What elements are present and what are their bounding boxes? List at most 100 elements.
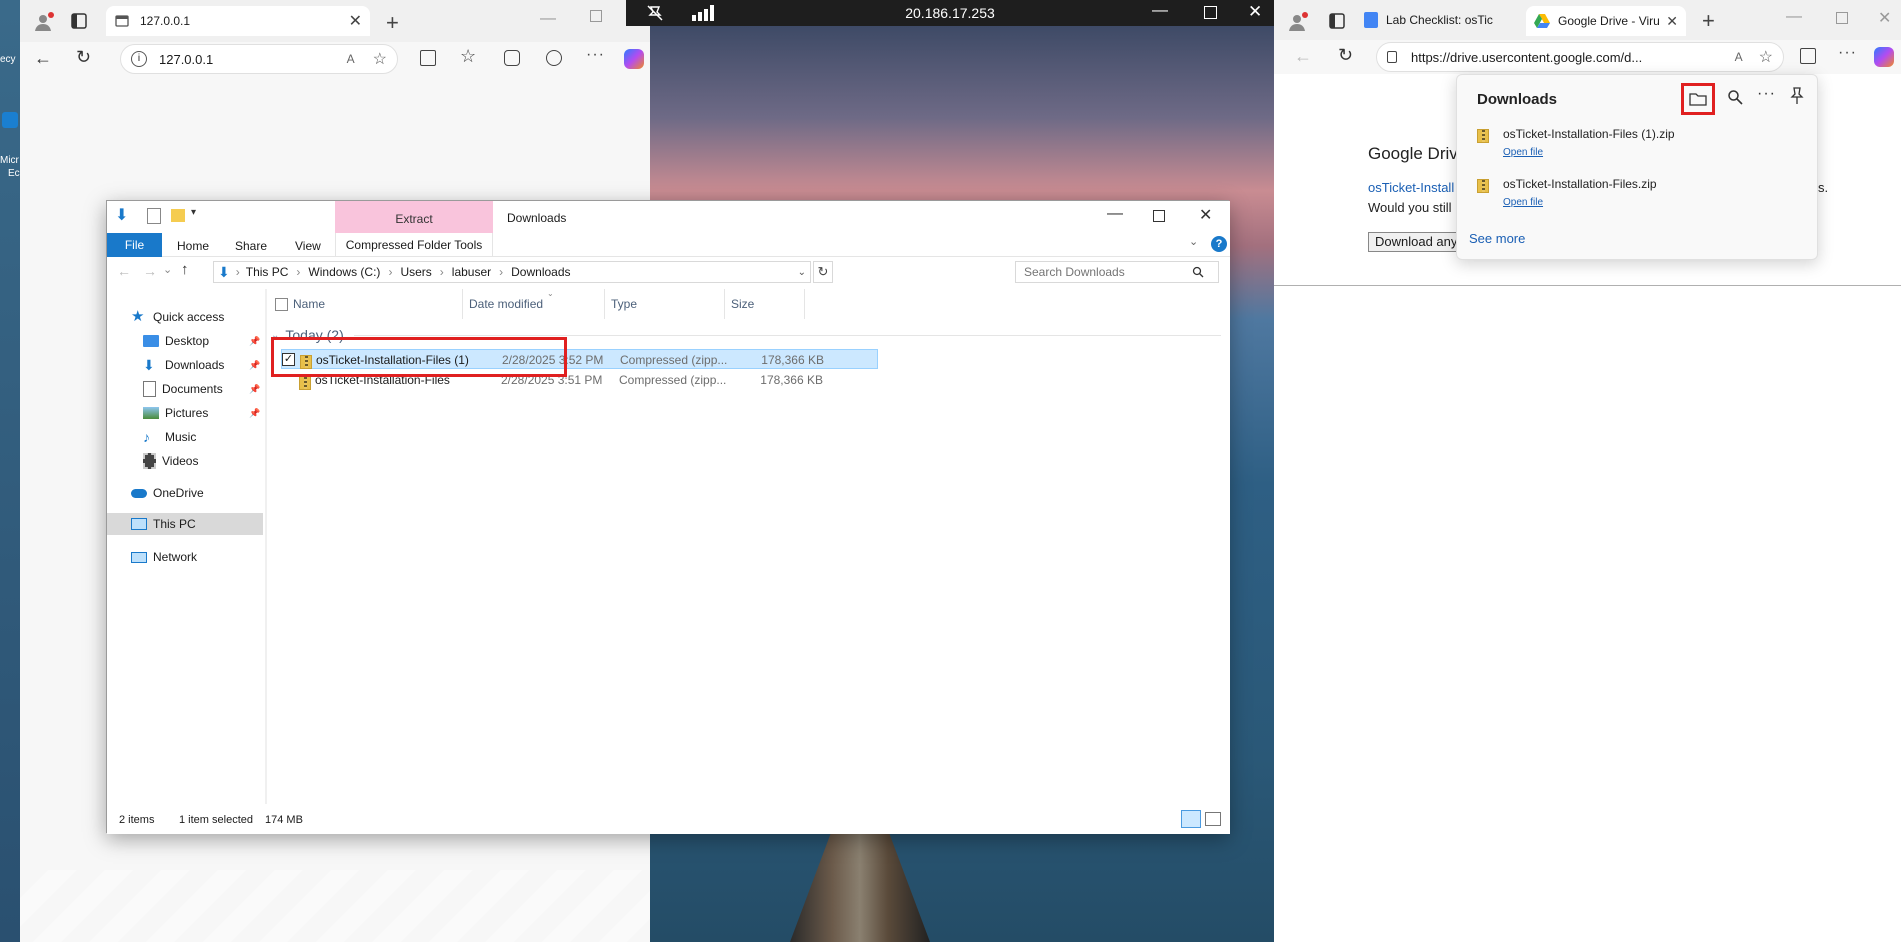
nav-pictures[interactable]: Pictures 📌: [143, 403, 263, 423]
edge-desktop-icon[interactable]: [2, 112, 18, 128]
back-icon[interactable]: ←: [1294, 46, 1312, 67]
close-tab-icon[interactable]: ✕: [349, 11, 362, 31]
forward-icon[interactable]: →: [143, 263, 157, 279]
up-icon[interactable]: ↑: [181, 261, 189, 278]
tab-lab-checklist[interactable]: Lab Checklist: osTic: [1364, 12, 1522, 28]
address-field[interactable]: i 127.0.0.1 A ☆: [120, 44, 398, 74]
breadcrumb-users[interactable]: Users: [400, 265, 431, 279]
minimize-icon[interactable]: —: [1786, 8, 1802, 26]
pin-icon[interactable]: 📌: [249, 336, 260, 346]
more-options-icon[interactable]: ···: [586, 46, 605, 64]
ribbon-tab-compressed-folder-tools[interactable]: Compressed Folder Tools: [335, 233, 493, 257]
rd-restore-icon[interactable]: [1204, 6, 1217, 19]
nav-onedrive[interactable]: OneDrive: [131, 483, 204, 503]
favorites-icon[interactable]: ☆: [460, 46, 476, 67]
browser-essentials-icon[interactable]: [546, 50, 562, 66]
column-type[interactable]: Type: [605, 289, 725, 319]
tab-actions-icon[interactable]: [1328, 12, 1346, 30]
nav-music[interactable]: ♪ Music: [143, 427, 196, 447]
file-link[interactable]: osTicket-Install: [1368, 180, 1454, 195]
nav-network[interactable]: Network: [131, 547, 197, 567]
nav-quick-access[interactable]: ★ Quick access: [131, 307, 224, 327]
read-aloud-icon[interactable]: A: [347, 52, 355, 66]
context-tab-extract[interactable]: Extract: [335, 201, 493, 233]
open-file-link[interactable]: Open file: [1503, 147, 1543, 158]
search-box[interactable]: [1015, 261, 1219, 283]
close-icon[interactable]: ✕: [1199, 205, 1212, 225]
refresh-icon[interactable]: ↻: [813, 261, 833, 283]
rd-close-icon[interactable]: ✕: [1248, 2, 1262, 22]
favorite-star-icon[interactable]: ☆: [373, 49, 387, 69]
info-icon[interactable]: i: [131, 51, 147, 67]
breadcrumb-labuser[interactable]: labuser: [452, 265, 491, 279]
ribbon-tab-file[interactable]: File: [107, 233, 162, 257]
recent-locations-icon[interactable]: ⌄: [163, 263, 172, 276]
pin-icon[interactable]: 📌: [249, 408, 260, 418]
split-screen-icon[interactable]: [1800, 48, 1816, 64]
column-name[interactable]: Name: [287, 289, 463, 319]
favorite-star-icon[interactable]: ☆: [1759, 47, 1773, 67]
nav-desktop[interactable]: Desktop 📌: [143, 331, 263, 351]
quick-access-down-arrow-icon[interactable]: ⬇: [115, 208, 129, 224]
maximize-icon[interactable]: [1153, 210, 1165, 222]
copilot-icon[interactable]: [1874, 47, 1894, 67]
ribbon-tab-home[interactable]: Home: [177, 239, 209, 253]
ribbon-tab-share[interactable]: Share: [235, 239, 267, 253]
collections-icon[interactable]: [504, 50, 520, 66]
more-options-icon[interactable]: ···: [1838, 44, 1857, 62]
pin-icon[interactable]: 📌: [249, 360, 260, 370]
expand-ribbon-icon[interactable]: ⌄: [1189, 235, 1198, 248]
search-downloads-icon[interactable]: [1727, 89, 1743, 105]
nav-documents[interactable]: Documents 📌: [143, 379, 263, 399]
ribbon-tab-view[interactable]: View: [295, 239, 321, 253]
properties-icon[interactable]: [147, 208, 161, 224]
pin-icon[interactable]: 📌: [249, 384, 260, 394]
tab-google-drive[interactable]: Google Drive - Viru ✕: [1526, 6, 1686, 36]
customize-toolbar-icon[interactable]: ▾: [191, 207, 196, 218]
rd-minimize-icon[interactable]: —: [1152, 2, 1168, 20]
address-field[interactable]: https://drive.usercontent.google.com/d..…: [1376, 42, 1784, 72]
refresh-icon[interactable]: ↻: [76, 47, 91, 68]
downloads-more-icon[interactable]: ···: [1757, 85, 1776, 103]
nav-videos[interactable]: Videos: [143, 451, 198, 471]
maximize-icon[interactable]: [1836, 12, 1848, 24]
new-tab-icon[interactable]: +: [1702, 8, 1715, 34]
tab-actions-icon[interactable]: [70, 12, 88, 30]
address-dropdown-icon[interactable]: ⌄: [798, 267, 806, 278]
new-tab-icon[interactable]: +: [386, 10, 399, 36]
large-icons-view-icon[interactable]: [1205, 812, 1221, 826]
download-item[interactable]: osTicket-Installation-Files.zip Open fil…: [1477, 177, 1797, 213]
nav-this-pc[interactable]: This PC: [131, 514, 196, 534]
see-more-link[interactable]: See more: [1469, 231, 1525, 246]
new-folder-icon[interactable]: [171, 209, 185, 222]
column-size[interactable]: Size: [725, 289, 805, 319]
pin-icon[interactable]: [1789, 87, 1805, 105]
breadcrumb-windows-c[interactable]: Windows (C:): [308, 265, 380, 279]
nav-downloads[interactable]: ⬇ Downloads 📌: [143, 355, 263, 375]
copilot-icon[interactable]: [624, 49, 644, 69]
refresh-icon[interactable]: ↻: [1338, 45, 1353, 66]
open-downloads-folder-button[interactable]: [1681, 83, 1715, 115]
help-icon[interactable]: ?: [1211, 236, 1227, 252]
tab-localhost[interactable]: 127.0.0.1 ✕: [106, 6, 370, 36]
close-tab-icon[interactable]: ✕: [1666, 13, 1678, 30]
download-item[interactable]: osTicket-Installation-Files (1).zip Open…: [1477, 127, 1797, 163]
minimize-icon[interactable]: —: [1107, 205, 1123, 223]
profile-icon[interactable]: [1286, 10, 1310, 34]
minimize-icon[interactable]: —: [540, 10, 556, 28]
back-icon[interactable]: ←: [34, 48, 52, 69]
close-window-icon[interactable]: ✕: [1878, 8, 1891, 28]
split-screen-icon[interactable]: [420, 50, 436, 66]
breadcrumb-this-pc[interactable]: This PC: [246, 265, 289, 279]
column-date-modified[interactable]: Date modified: [463, 289, 605, 319]
maximize-icon[interactable]: [590, 10, 602, 22]
search-icon[interactable]: [1192, 266, 1204, 278]
open-file-link[interactable]: Open file: [1503, 197, 1543, 208]
download-anyway-button[interactable]: Download any: [1368, 232, 1465, 252]
profile-icon[interactable]: [32, 10, 56, 34]
read-aloud-icon[interactable]: A: [1735, 50, 1743, 64]
back-icon[interactable]: ←: [117, 263, 131, 279]
details-view-icon[interactable]: [1181, 810, 1201, 828]
search-input[interactable]: [1016, 265, 1192, 279]
breadcrumb-downloads[interactable]: Downloads: [511, 265, 570, 279]
